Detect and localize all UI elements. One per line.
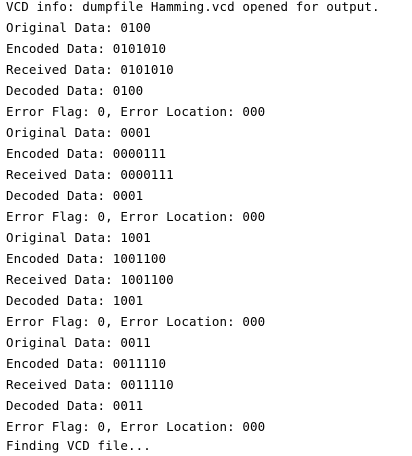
console-line-decoded-data: Decoded Data: 1001 (6, 293, 144, 308)
console-line-vcd-info: VCD info: dumpfile Hamming.vcd opened fo… (6, 0, 380, 14)
console-line-encoded-data: Encoded Data: 0000111 (6, 146, 167, 161)
console-line-encoded-data: Encoded Data: 0011110 (6, 356, 167, 371)
console-line-error-flag: Error Flag: 0, Error Location: 000 (6, 314, 266, 329)
console-line-decoded-data: Decoded Data: 0001 (6, 188, 144, 203)
console-line-finding-vcd: Finding VCD file... (6, 438, 151, 453)
console-line-error-flag: Error Flag: 0, Error Location: 000 (6, 419, 266, 434)
console-line-encoded-data: Encoded Data: 0101010 (6, 41, 167, 56)
console-line-original-data: Original Data: 0001 (6, 125, 151, 140)
console-line-original-data: Original Data: 0100 (6, 20, 151, 35)
console-line-encoded-data: Encoded Data: 1001100 (6, 251, 167, 266)
console-line-error-flag: Error Flag: 0, Error Location: 000 (6, 209, 266, 224)
console-output: VCD info: dumpfile Hamming.vcd opened fo… (0, 0, 412, 453)
console-line-original-data: Original Data: 1001 (6, 230, 151, 245)
console-line-decoded-data: Decoded Data: 0100 (6, 83, 144, 98)
console-line-received-data: Received Data: 0101010 (6, 62, 174, 77)
console-line-decoded-data: Decoded Data: 0011 (6, 398, 144, 413)
console-line-received-data: Received Data: 1001100 (6, 272, 174, 287)
console-line-received-data: Received Data: 0000111 (6, 167, 174, 182)
console-line-received-data: Received Data: 0011110 (6, 377, 174, 392)
console-line-original-data: Original Data: 0011 (6, 335, 151, 350)
console-line-error-flag: Error Flag: 0, Error Location: 000 (6, 104, 266, 119)
